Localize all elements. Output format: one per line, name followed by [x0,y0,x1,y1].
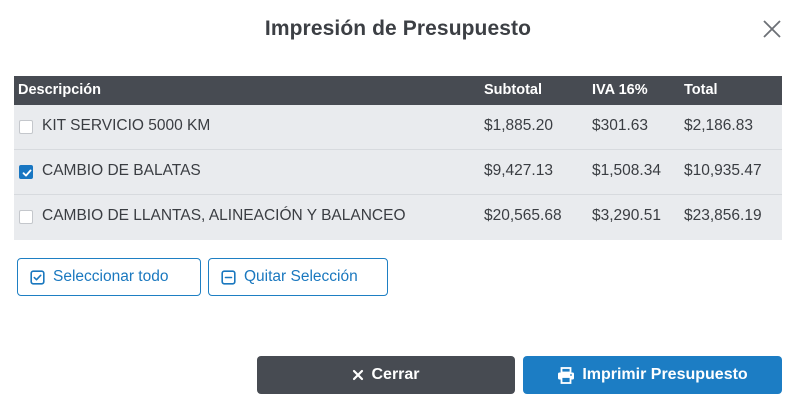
row-subtotal: $20,565.68 [484,207,562,224]
select-all-button[interactable]: Seleccionar todo [17,258,201,296]
row-total: $2,186.83 [684,117,753,134]
row-iva: $1,508.34 [592,162,661,179]
row-description: CAMBIO DE LLANTAS, ALINEACIÓN Y BALANCEO [42,207,406,224]
print-budget-label: Imprimir Presupuesto [582,366,748,383]
printer-icon [558,366,575,384]
select-all-label: Seleccionar todo [53,268,169,285]
header-total: Total [684,82,718,98]
row-total: $23,856.19 [684,207,762,224]
header-subtotal: Subtotal [484,82,542,98]
header-description: Descripción [18,82,101,98]
row-iva: $301.63 [592,117,649,134]
clear-selection-label: Quitar Selección [244,268,358,285]
print-budget-button[interactable]: Imprimir Presupuesto [523,356,782,394]
close-button[interactable]: Cerrar [257,356,515,394]
table-row[interactable]: KIT SERVICIO 5000 KM $1,885.20 $301.63 $… [14,105,782,150]
check-icon [22,169,32,177]
row-description: CAMBIO DE BALATAS [42,162,201,179]
square-minus-icon [221,269,236,285]
square-check-icon [30,269,45,285]
table-header: Descripción Subtotal IVA 16% Total [14,76,782,105]
x-icon [353,369,364,381]
row-checkbox[interactable] [19,120,33,134]
dialog-title: Impresión de Presupuesto [264,17,532,40]
header-iva: IVA 16% [592,82,648,98]
row-subtotal: $9,427.13 [484,162,553,179]
row-checkbox[interactable] [19,165,33,179]
close-icon[interactable] [760,17,784,41]
row-iva: $3,290.51 [592,207,661,224]
print-budget-dialog: Impresión de Presupuesto Descripción Sub… [0,0,796,408]
budget-table: Descripción Subtotal IVA 16% Total KIT S… [14,76,782,240]
table-row[interactable]: CAMBIO DE BALATAS $9,427.13 $1,508.34 $1… [14,150,782,195]
table-row[interactable]: CAMBIO DE LLANTAS, ALINEACIÓN Y BALANCEO… [14,195,782,240]
close-button-label: Cerrar [371,366,420,383]
row-description: KIT SERVICIO 5000 KM [42,117,211,134]
clear-selection-button[interactable]: Quitar Selección [208,258,388,296]
row-subtotal: $1,885.20 [484,117,553,134]
row-total: $10,935.47 [684,162,762,179]
row-checkbox[interactable] [19,210,33,224]
